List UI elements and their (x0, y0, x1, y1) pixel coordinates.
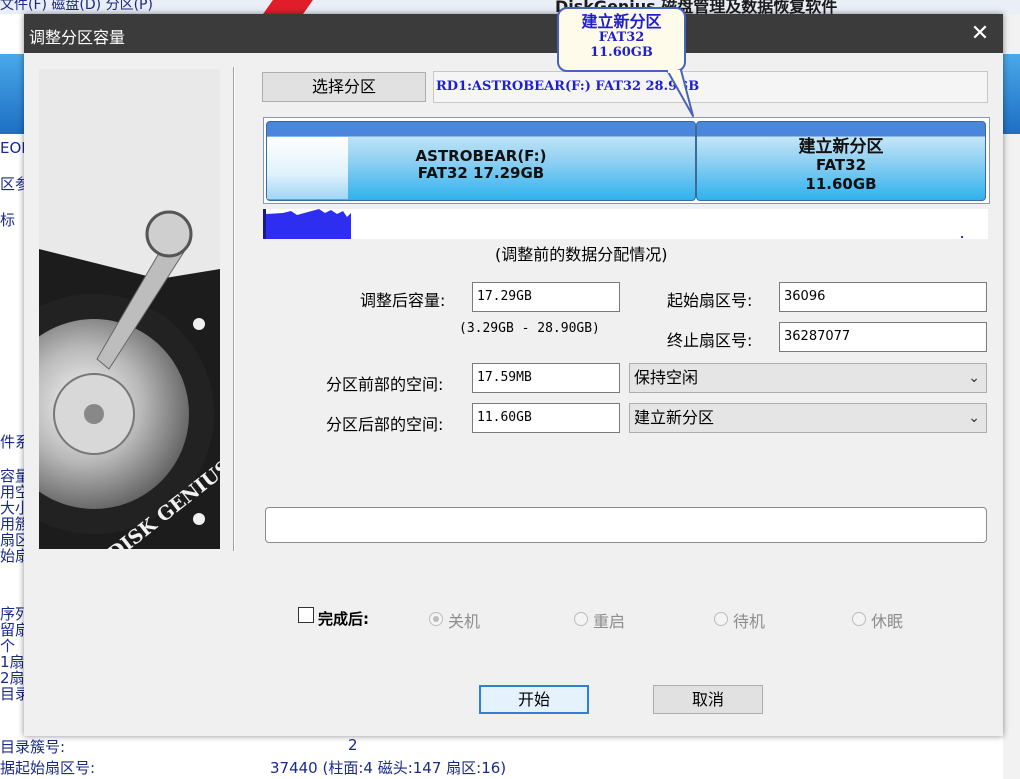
background-label: 件系 (0, 433, 24, 451)
size-range-hint: (3.29GB - 28.90GB) (459, 321, 600, 336)
back-space-action-value: 建立新分区 (634, 408, 715, 427)
select-partition-button[interactable]: 选择分区 (262, 72, 426, 102)
radio-standby-label: 待机 (733, 612, 766, 631)
background-label: 2扇 (0, 669, 24, 687)
background-row-value: 2 (348, 736, 358, 754)
background-label: 用空 (0, 483, 24, 501)
data-distribution-chart (263, 209, 963, 239)
background-label: 个 (0, 637, 16, 655)
segment-fs: FAT32 (815, 156, 867, 174)
background-label: 大小 (0, 499, 24, 517)
background-label: 用簇 (0, 515, 24, 533)
partition-segment-existing[interactable]: ASTROBEAR(F:) FAT32 17.29GB (266, 121, 696, 201)
progress-bar (265, 507, 987, 543)
hard-disk-illustration: DISK GENIUS (39, 69, 220, 549)
background-detail-rows: 目录簇号: 2 据起始扇区号: 37440 (柱面:4 磁头:147 扇区:16… (0, 736, 1003, 779)
start-sector-label: 起始扇区号: (667, 291, 753, 310)
radio-hibernate[interactable] (852, 612, 866, 626)
radio-shutdown[interactable] (429, 612, 443, 626)
back-space-label: 分区后部的空间: (326, 415, 444, 434)
usage-caption: (调整前的数据分配情况) (495, 245, 668, 264)
background-label: 目录 (0, 685, 24, 703)
background-label: 始扇 (0, 547, 24, 565)
background-label: 标 (0, 211, 16, 229)
new-size-input[interactable]: 17.29GB (472, 282, 620, 312)
front-space-input[interactable]: 17.59MB (472, 363, 620, 393)
background-label: 容量 (0, 467, 24, 485)
background-menu-text: 文件(F) 磁盘(D) 分区(P) (0, 0, 153, 13)
chevron-down-icon: ⌄ (968, 410, 980, 426)
radio-restart-label: 重启 (593, 612, 626, 631)
tooltip-name: 建立新分区 (581, 12, 662, 31)
background-row-label: 据起始扇区号: (0, 759, 96, 777)
radio-restart[interactable] (574, 612, 588, 626)
back-space-action-select[interactable]: 建立新分区 ⌄ (629, 403, 987, 433)
partition-segment-new[interactable]: 建立新分区 FAT32 11.60GB (696, 121, 986, 201)
background-label: EOI (0, 139, 24, 157)
data-distribution-graph (263, 209, 988, 239)
background-label: 留扇 (0, 621, 24, 639)
close-icon: ✕ (970, 21, 990, 46)
background-label: 扇区 (0, 531, 24, 549)
tooltip-pointer (666, 70, 694, 117)
tooltip-fs: FAT32 (598, 30, 645, 45)
new-size-label: 调整后容量: (360, 291, 446, 310)
close-button[interactable]: ✕ (957, 14, 1003, 53)
dialog-title: 调整分区容量 (29, 28, 126, 47)
segment-detail: FAT32 17.29GB (417, 164, 545, 182)
background-right-panel (1003, 14, 1020, 779)
front-space-action-value: 保持空闲 (634, 368, 699, 387)
background-label: 序列 (0, 605, 24, 623)
radio-hibernate-label: 休眠 (871, 612, 904, 631)
dialog-titlebar[interactable]: 调整分区容量 ✕ (24, 14, 1003, 53)
chevron-down-icon: ⌄ (968, 370, 980, 386)
back-space-input[interactable]: 11.60GB (472, 403, 620, 433)
new-partition-tooltip: 建立新分区 FAT32 11.60GB (557, 7, 686, 72)
background-row-label: 目录簇号: (0, 738, 66, 756)
radio-standby[interactable] (714, 612, 728, 626)
background-logo-shape (263, 0, 313, 14)
after-complete-label: 完成后: (318, 610, 369, 628)
segment-size: 11.60GB (805, 175, 877, 193)
background-left-band (0, 54, 24, 134)
end-sector-input[interactable]: 36287077 (779, 322, 987, 352)
start-button[interactable]: 开始 (479, 685, 589, 714)
after-complete-checkbox[interactable] (298, 607, 314, 623)
end-sector-label: 终止扇区号: (667, 331, 753, 350)
vertical-separator (233, 67, 235, 551)
resize-partition-dialog: 调整分区容量 ✕ DISK GENIUS 选择分区 RD1:ASTROBEAR(… (24, 14, 1003, 736)
segment-name: ASTROBEAR(F:) (415, 147, 547, 165)
background-app-header: 文件(F) 磁盘(D) 分区(P) DiskGenius 磁盘管理及数据恢复软件 (0, 0, 1020, 14)
front-space-action-select[interactable]: 保持空闲 ⌄ (629, 363, 987, 393)
background-left-panel: EOI 区参 标 件系 容量 用空 大小 用簇 扇区 始扇 序列 留扇 个 1扇… (0, 14, 24, 779)
background-row-value: 37440 (柱面:4 磁头:147 扇区:16) (270, 759, 507, 777)
background-right-band (1003, 54, 1020, 134)
start-sector-input[interactable]: 36096 (779, 282, 987, 312)
partition-layout-bar: ASTROBEAR(F:) FAT32 17.29GB 建立新分区 FAT32 … (263, 117, 990, 204)
partition-path-field: RD1:ASTROBEAR(F:) FAT32 28.9GB (433, 71, 988, 103)
cancel-button[interactable]: 取消 (653, 685, 763, 714)
front-space-label: 分区前部的空间: (326, 375, 444, 394)
disk-genius-artwork: DISK GENIUS (39, 69, 220, 549)
background-label: 区参 (0, 175, 24, 193)
tooltip-size: 11.60GB (590, 45, 653, 60)
background-label: 1扇 (0, 653, 24, 671)
radio-shutdown-label: 关机 (448, 612, 481, 631)
segment-name: 建立新分区 (798, 137, 884, 157)
